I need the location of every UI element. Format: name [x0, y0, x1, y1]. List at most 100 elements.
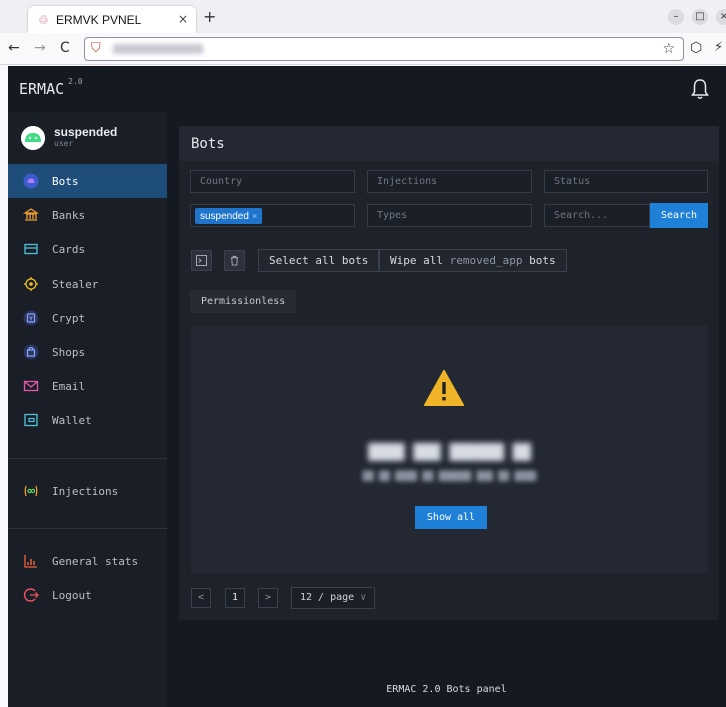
- notifications-bell-icon[interactable]: [690, 78, 710, 100]
- injections-select[interactable]: Injections: [367, 170, 532, 193]
- search-button[interactable]: Search: [650, 203, 708, 228]
- delete-button[interactable]: [224, 250, 245, 271]
- user-role: user: [54, 139, 74, 148]
- android-avatar: [21, 126, 45, 150]
- chevron-down-icon: ∨: [360, 592, 367, 603]
- tab-title: ERMVK PVNEL: [56, 12, 142, 27]
- empty-submessage-redacted: ██ ██ ████ ██ ██████ ███ ██ ████: [362, 472, 537, 482]
- wallet-icon: [23, 412, 39, 428]
- ermac-panel: ERMAC 2.0 suspended user Bots Banks Card…: [8, 66, 726, 707]
- injection-icon: [23, 483, 39, 499]
- tab-close-icon[interactable]: ×: [178, 12, 188, 26]
- app-logo[interactable]: ERMAC 2.0: [19, 77, 83, 98]
- window-maximize-button[interactable]: □: [692, 9, 708, 25]
- panel-header: Bots: [179, 126, 719, 161]
- warning-icon: [424, 370, 464, 406]
- sidebar-item-label: Logout: [52, 588, 92, 602]
- tag-label: suspended: [200, 211, 249, 222]
- sidebar-item-email[interactable]: Email: [8, 369, 167, 403]
- sidebar-item-label: Injections: [52, 484, 119, 498]
- forward-button[interactable]: →: [34, 40, 46, 56]
- wipe-label-suffix: bots: [529, 254, 556, 267]
- insecure-lock-icon: ⛉: [91, 41, 101, 56]
- page-number-button[interactable]: 1: [225, 588, 245, 608]
- user-profile: suspended user: [8, 112, 167, 164]
- sidebar-item-label: Wallet: [52, 413, 92, 427]
- logout-icon: [23, 587, 39, 603]
- sidebar-item-injections[interactable]: Injections: [8, 474, 167, 508]
- user-name: suspended: [54, 125, 118, 139]
- sidebar-item-bots[interactable]: Bots: [8, 164, 167, 198]
- reload-button[interactable]: C: [60, 40, 70, 56]
- browser-tab-bar: ♲ ERMVK PVNEL × + – □ ×: [0, 0, 726, 33]
- sidebar-item-label: Email: [52, 379, 86, 393]
- filter-tag-suspended: suspended ×: [195, 208, 263, 224]
- android-icon: [23, 173, 39, 189]
- url-bar[interactable]: ⛉ ☆: [84, 37, 684, 61]
- sidebar-item-shops[interactable]: Shops: [8, 335, 167, 369]
- window-minimize-button[interactable]: –: [668, 9, 684, 25]
- empty-state: ████ ███ ██████ ██ ██ ██ ████ ██ ██████ …: [191, 326, 708, 573]
- prev-page-button[interactable]: <: [191, 588, 211, 608]
- tag-filter[interactable]: suspended ×: [190, 204, 355, 227]
- crypto-wallet-icon: [23, 310, 39, 326]
- types-select[interactable]: Types: [367, 204, 532, 227]
- sidebar-item-label: Bots: [52, 174, 79, 188]
- sidebar-item-general-stats[interactable]: General stats: [8, 544, 167, 578]
- sidebar-item-label: General stats: [52, 554, 139, 568]
- terminal-icon: [196, 255, 207, 266]
- new-tab-button[interactable]: +: [203, 7, 216, 26]
- browser-tab[interactable]: ♲ ERMVK PVNEL ×: [28, 6, 196, 33]
- sidebar-item-stealer[interactable]: Stealer: [8, 267, 167, 301]
- tag-remove-icon[interactable]: ×: [252, 211, 257, 221]
- target-icon: [23, 276, 39, 292]
- logo-text: ERMAC: [19, 80, 65, 98]
- search-input[interactable]: Search...: [544, 204, 650, 227]
- wipe-label-prefix: Wipe all: [390, 254, 443, 267]
- url-text-redacted: [113, 44, 203, 54]
- permissionless-filter-button[interactable]: Permissionless: [190, 290, 297, 313]
- console-button[interactable]: [191, 250, 212, 271]
- bookmark-star-icon[interactable]: ☆: [662, 41, 675, 57]
- shopping-bag-icon: [23, 344, 39, 360]
- sidebar-item-label: Shops: [52, 345, 86, 359]
- wipe-label-type: removed_app: [449, 254, 523, 267]
- wipe-removed-app-bots-button[interactable]: Wipe all removed_app bots: [379, 249, 567, 272]
- sidebar-item-crypt[interactable]: Crypt: [8, 301, 167, 335]
- window-close-button[interactable]: ×: [716, 9, 726, 25]
- tab-favicon-icon: ♲: [38, 12, 49, 27]
- top-bar: ERMAC 2.0: [8, 66, 726, 112]
- sidebar-item-label: Cards: [52, 242, 86, 256]
- select-all-bots-button[interactable]: Select all bots: [258, 249, 380, 272]
- country-select[interactable]: Country: [190, 170, 355, 193]
- sidebar-item-cards[interactable]: Cards: [8, 232, 167, 266]
- empty-message-redacted: ████ ███ ██████ ██: [368, 443, 531, 461]
- sidebar-item-label: Stealer: [52, 277, 99, 291]
- bank-icon: [23, 207, 39, 223]
- card-icon: [23, 241, 39, 257]
- back-button[interactable]: ←: [8, 40, 20, 56]
- logo-version: 2.0: [68, 77, 83, 86]
- sidebar-item-banks[interactable]: Banks: [8, 198, 167, 232]
- sidebar: suspended user Bots Banks Cards Stealer …: [8, 112, 167, 707]
- browser-nav-bar: ← → C ⛉ ☆ ⬡ ⚡: [0, 33, 726, 65]
- sidebar-item-label: Crypt: [52, 311, 86, 325]
- show-all-button[interactable]: Show all: [415, 506, 487, 529]
- shield-icon[interactable]: ⬡: [690, 40, 702, 56]
- mail-icon: [23, 378, 39, 394]
- sidebar-item-wallet[interactable]: Wallet: [8, 403, 167, 437]
- sidebar-divider: [8, 528, 167, 529]
- sidebar-divider: [8, 458, 167, 459]
- status-select[interactable]: Status: [544, 170, 708, 193]
- sidebar-item-logout[interactable]: Logout: [8, 578, 167, 612]
- trash-icon: [230, 255, 239, 266]
- extensions-icon[interactable]: ⚡: [714, 40, 723, 55]
- next-page-button[interactable]: >: [258, 588, 278, 608]
- chart-icon: [23, 553, 39, 569]
- footer-text: ERMAC 2.0 Bots panel: [386, 684, 507, 695]
- sidebar-item-label: Banks: [52, 208, 86, 222]
- page-size-select[interactable]: 12 / page ∨: [291, 587, 376, 609]
- page-title: Bots: [191, 136, 225, 152]
- bots-panel: Bots Country Injections Status suspended…: [179, 126, 719, 620]
- page-size-value: 12 / page: [300, 592, 355, 603]
